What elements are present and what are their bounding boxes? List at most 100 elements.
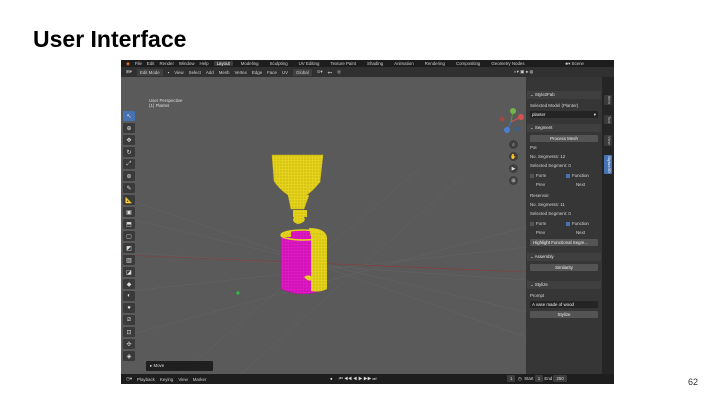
stylize-header[interactable]: ⌄ Stylize xyxy=(527,281,601,289)
play-reverse-icon[interactable]: ◀ xyxy=(353,376,357,381)
menu-window[interactable]: Window xyxy=(179,61,195,66)
next-key-icon[interactable]: ▶▶ xyxy=(363,376,371,381)
pan-hand-icon[interactable]: ✋ xyxy=(509,152,518,161)
menu-edit[interactable]: Edit xyxy=(147,61,155,66)
assembly-header[interactable]: ⌄ Assembly xyxy=(527,253,601,261)
menu-file[interactable]: File xyxy=(135,61,142,66)
select-mode-vertex-icon[interactable]: ▪ xyxy=(168,70,170,75)
blender-logo-icon[interactable]: ◉ xyxy=(126,61,130,67)
reservoir-function-checkbox[interactable]: Function xyxy=(566,221,589,226)
start-frame-field[interactable]: 1 xyxy=(534,375,544,382)
header-menu-add[interactable]: Add xyxy=(206,70,214,75)
tab-layout[interactable]: Layout xyxy=(213,61,233,66)
editor-type-icon[interactable]: ⊞▾ xyxy=(126,69,132,75)
timeline-marker-menu[interactable]: Marker xyxy=(193,377,207,382)
tab-tool[interactable]: Tool xyxy=(604,115,612,125)
navigation-gizmo[interactable] xyxy=(496,107,526,137)
tab-shading[interactable]: Shading xyxy=(364,61,386,66)
shrink-icon[interactable]: ⊡ xyxy=(123,327,135,337)
menu-render[interactable]: Render xyxy=(160,61,174,66)
tab-item[interactable]: Item xyxy=(604,95,612,105)
tab-stylize3d[interactable]: Stylize3D xyxy=(604,155,612,174)
tab-geometry-nodes[interactable]: Geometry Nodes xyxy=(488,61,527,66)
timeline-keying-menu[interactable]: Keying xyxy=(160,377,173,382)
overlay-icon[interactable]: ◐▾ xyxy=(514,69,519,74)
header-menu-face[interactable]: Face xyxy=(267,70,277,75)
annotate-icon[interactable]: ✎ xyxy=(123,183,135,193)
header-menu-edge[interactable]: Edge xyxy=(252,70,262,75)
transform-icon[interactable]: ⊛ xyxy=(123,171,135,181)
snap-icon[interactable]: ⌖▾ xyxy=(328,70,332,75)
polybuild-icon[interactable]: ◆ xyxy=(123,279,135,289)
scene-selector[interactable]: ♣▾ Scene xyxy=(565,60,584,67)
pot-form-checkbox[interactable]: Form xyxy=(530,173,546,178)
3d-viewport[interactable]: User Perspective (1) Planter ⌕ ✋ ▶ ⊞ ↖ ⊕… xyxy=(121,77,526,374)
rotate-icon[interactable]: ↻ xyxy=(123,147,135,157)
pot-function-checkbox[interactable]: Function xyxy=(566,173,589,178)
current-frame-field[interactable]: 1 xyxy=(507,375,516,382)
prev-key-icon[interactable]: ◀◀ xyxy=(344,376,352,381)
proportional-icon[interactable]: ◎ xyxy=(337,69,341,75)
scale-icon[interactable]: ⤢ xyxy=(123,159,135,169)
zoom-icon[interactable]: ⌕ xyxy=(509,140,518,149)
bevel-icon[interactable]: ◩ xyxy=(123,243,135,253)
planter-reservoir-mesh[interactable] xyxy=(280,228,327,295)
process-mesh-button[interactable]: Process Mesh xyxy=(530,135,598,142)
smooth-icon[interactable]: ● xyxy=(123,303,135,313)
prompt-input[interactable]: A vase made of wood xyxy=(530,301,598,308)
timeline-playback-menu[interactable]: Playback xyxy=(137,377,155,382)
record-icon[interactable]: ● xyxy=(330,376,333,381)
play-icon[interactable]: ▶ xyxy=(358,376,362,381)
spin-icon[interactable]: ◐ xyxy=(123,291,135,301)
measure-icon[interactable]: 📐 xyxy=(123,195,135,205)
ortho-grid-icon[interactable]: ⊞ xyxy=(509,176,518,185)
header-menu-select[interactable]: Select xyxy=(189,70,201,75)
tab-animation[interactable]: Animation xyxy=(391,61,417,66)
move-icon[interactable]: ✥ xyxy=(123,135,135,145)
mode-selector[interactable]: Edit Mode xyxy=(136,68,163,76)
reservoir-form-checkbox[interactable]: Form xyxy=(530,221,546,226)
shear-icon[interactable]: ✣ xyxy=(123,339,135,349)
xray-icon[interactable]: ▣ xyxy=(520,69,524,74)
jump-end-icon[interactable]: ⏭ xyxy=(372,376,376,381)
cursor-icon[interactable]: ⊕ xyxy=(123,123,135,133)
pivot-icon[interactable]: ⊙▾ xyxy=(317,69,323,75)
timeline-view-menu[interactable]: View xyxy=(178,377,187,382)
jump-start-icon[interactable]: ⏮ xyxy=(339,376,343,381)
stylize-button[interactable]: Stylize xyxy=(530,311,598,318)
style2fab-header[interactable]: ⌄ Style2Fab xyxy=(527,91,601,99)
tab-compositing[interactable]: Compositing xyxy=(453,61,483,66)
menu-help[interactable]: Help xyxy=(200,61,209,66)
segment-header[interactable]: ⌄ Segment xyxy=(527,124,601,132)
header-menu-vertex[interactable]: Vertex xyxy=(234,70,246,75)
reservoir-prev-button[interactable]: Prev xyxy=(536,230,545,235)
tab-rendering[interactable]: Rendering xyxy=(422,61,448,66)
tab-view[interactable]: View xyxy=(604,135,612,146)
knife-icon[interactable]: ◪ xyxy=(123,267,135,277)
loopcut-icon[interactable]: ▥ xyxy=(123,255,135,265)
planter-pot-mesh[interactable] xyxy=(271,154,324,224)
header-menu-view[interactable]: View xyxy=(174,70,183,75)
tab-modeling[interactable]: Modeling xyxy=(238,61,262,66)
end-frame-field[interactable]: 250 xyxy=(553,375,567,382)
pot-next-button[interactable]: Next xyxy=(576,182,585,187)
select-icon[interactable]: ↖ xyxy=(123,111,135,121)
tab-texture-paint[interactable]: Texture Paint xyxy=(327,61,359,66)
tab-sculpting[interactable]: Sculpting xyxy=(267,61,291,66)
timeline-editor-icon[interactable]: ◷▾ xyxy=(126,376,132,382)
last-operator-panel[interactable]: ▸ Move xyxy=(146,361,213,371)
shading-solid-icon[interactable]: ● xyxy=(525,69,528,74)
header-menu-uv[interactable]: UV xyxy=(282,70,288,75)
camera-icon[interactable]: ▶ xyxy=(509,164,518,173)
reservoir-next-button[interactable]: Next xyxy=(576,230,585,235)
similarity-button[interactable]: Similarity xyxy=(530,264,598,271)
extrude-icon[interactable]: ⬒ xyxy=(123,219,135,229)
add-cube-icon[interactable]: ▣ xyxy=(123,207,135,217)
orientation-selector[interactable]: Global xyxy=(293,68,312,76)
pot-prev-button[interactable]: Prev xyxy=(536,182,545,187)
tab-uv-editing[interactable]: UV Editing xyxy=(296,61,323,66)
rip-icon[interactable]: ◈ xyxy=(123,351,135,361)
inset-icon[interactable]: ▢ xyxy=(123,231,135,241)
edge-slide-icon[interactable]: ⧄ xyxy=(123,315,135,325)
header-menu-mesh[interactable]: Mesh xyxy=(219,70,230,75)
